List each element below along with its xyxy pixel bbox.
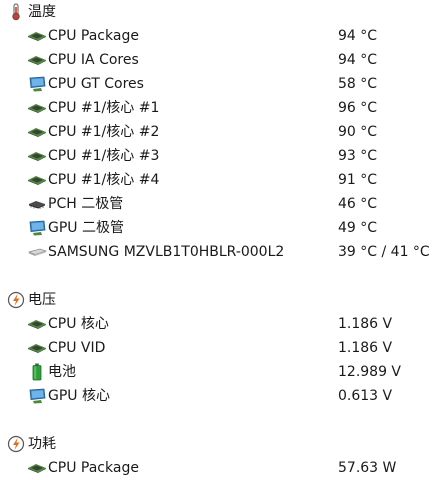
sensor-row-cpu-core-voltage[interactable]: CPU 核心 1.186 V [0,312,436,336]
gpu-monitor-icon [27,387,47,405]
category-spacer [0,264,436,288]
thermometer-icon [7,3,25,21]
sensor-label: CPU IA Cores [48,52,139,68]
sensor-value: 91 °C [338,172,378,188]
category-temperature[interactable]: 温度 [0,0,436,24]
sensor-row-cpu-package[interactable]: CPU Package 94 °C [0,24,436,48]
sensor-label: GPU 核心 [48,388,110,404]
sensor-label: CPU GT Cores [48,76,144,92]
gpu-monitor-icon [27,75,47,93]
sensor-row-cpu-vid[interactable]: CPU VID 1.186 V [0,336,436,360]
sensor-label: CPU #1/核心 #1 [48,100,160,116]
drive-icon [27,243,47,261]
sensor-row-core-3[interactable]: CPU #1/核心 #3 93 °C [0,144,436,168]
sensor-row-gpu-diode[interactable]: GPU 二极管 49 °C [0,216,436,240]
battery-icon [27,363,47,381]
sensor-row-pch-diode[interactable]: PCH 二极管 46 °C [0,192,436,216]
sensor-value: 39 °C / 41 °C [338,244,430,260]
sensor-row-core-4[interactable]: CPU #1/核心 #4 91 °C [0,168,436,192]
sensor-value: 94 °C [338,28,378,44]
sensor-value: 94 °C [338,52,378,68]
sensor-row-gpu-core-voltage[interactable]: GPU 核心 0.613 V [0,384,436,408]
sensor-value: 0.613 V [338,388,393,404]
voltage-icon [7,291,25,309]
sensor-value: 57.63 W [338,460,397,476]
category-label: 温度 [28,4,56,20]
power-icon [7,435,25,453]
cpu-chip-icon [27,51,47,69]
sensor-row-ssd[interactable]: SAMSUNG MZVLB1T0HBLR-000L2 39 °C / 41 °C [0,240,436,264]
sensor-value: 49 °C [338,220,378,236]
cpu-chip-icon [27,459,47,477]
sensor-label: PCH 二极管 [48,196,124,212]
sensor-value: 12.989 V [338,364,402,380]
sensor-label: CPU #1/核心 #4 [48,172,160,188]
cpu-chip-icon [27,99,47,117]
sensor-label: CPU #1/核心 #2 [48,124,160,140]
sensor-row-core-2[interactable]: CPU #1/核心 #2 90 °C [0,120,436,144]
sensor-row-core-1[interactable]: CPU #1/核心 #1 96 °C [0,96,436,120]
sensor-value: 90 °C [338,124,378,140]
sensor-label: GPU 二极管 [48,220,124,236]
cpu-chip-icon [27,27,47,45]
sensor-row-cpu-package-power[interactable]: CPU Package 57.63 W [0,456,436,480]
cpu-chip-icon [27,123,47,141]
sensor-value: 96 °C [338,100,378,116]
pch-chip-icon [27,195,47,213]
sensor-value: 93 °C [338,148,378,164]
sensor-value: 46 °C [338,196,378,212]
sensor-label: CPU Package [48,28,139,44]
sensor-label: CPU 核心 [48,316,109,332]
gpu-monitor-icon [27,219,47,237]
sensor-value: 1.186 V [338,316,393,332]
category-label: 电压 [28,292,56,308]
category-power[interactable]: 功耗 [0,432,436,456]
cpu-chip-icon [27,339,47,357]
category-label: 功耗 [28,436,56,452]
category-voltage[interactable]: 电压 [0,288,436,312]
sensor-row-cpu-ia-cores[interactable]: CPU IA Cores 94 °C [0,48,436,72]
sensor-label: CPU Package [48,460,139,476]
sensor-tree: 温度 CPU Package 94 °C CPU IA Cores 94 °C … [0,0,436,480]
category-spacer [0,408,436,432]
sensor-label: SAMSUNG MZVLB1T0HBLR-000L2 [48,244,285,260]
cpu-chip-icon [27,171,47,189]
sensor-value: 1.186 V [338,340,393,356]
sensor-row-cpu-gt-cores[interactable]: CPU GT Cores 58 °C [0,72,436,96]
sensor-label: CPU VID [48,340,106,356]
sensor-label: CPU #1/核心 #3 [48,148,160,164]
sensor-label: 电池 [48,364,76,380]
sensor-value: 58 °C [338,76,378,92]
cpu-chip-icon [27,315,47,333]
sensor-row-battery[interactable]: 电池 12.989 V [0,360,436,384]
cpu-chip-icon [27,147,47,165]
